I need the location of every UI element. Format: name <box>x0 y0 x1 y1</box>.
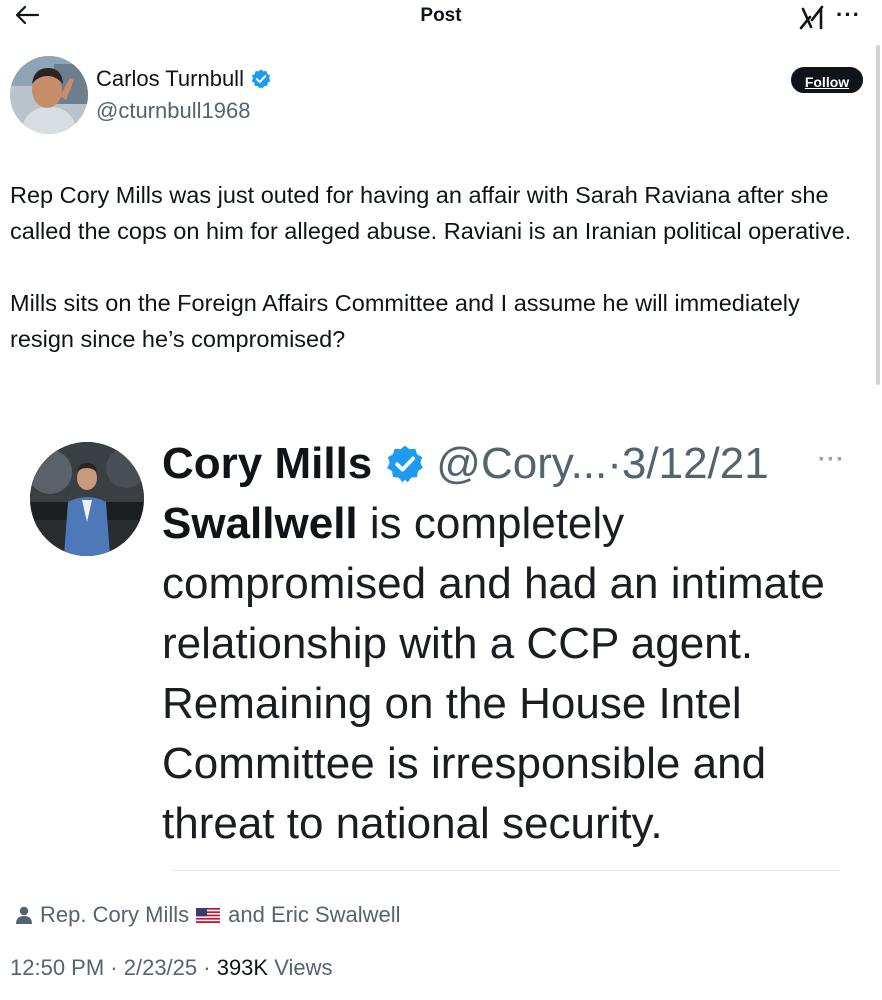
embedded-avatar <box>30 442 144 556</box>
embedded-date: 3/12/21 <box>621 439 769 488</box>
author-photo <box>10 56 88 134</box>
author-name[interactable]: Carlos Turnbull <box>96 66 244 92</box>
grok-button[interactable] <box>798 3 826 31</box>
grok-icon <box>799 5 824 30</box>
post-paragraph-2: Mills sits on the Foreign Affairs Commit… <box>10 290 800 352</box>
embedded-text-bold: Swallwell <box>162 499 358 548</box>
follow-button[interactable]: Follow <box>791 67 863 93</box>
embedded-photo <box>30 442 144 556</box>
embedded-more-icon: ··· <box>818 446 845 473</box>
embedded-verified-badge-icon <box>387 445 424 483</box>
scrollbar[interactable] <box>876 45 880 385</box>
embedded-author-name: Cory Mills <box>162 439 373 488</box>
post-paragraph-1: Rep Cory Mills was just outed for having… <box>10 182 852 244</box>
embedded-author-handle: @Cory... <box>436 439 608 488</box>
meta-separator: · <box>104 955 124 980</box>
post-date[interactable]: 2/23/25 <box>124 955 197 980</box>
us-flag-icon <box>196 907 221 923</box>
person-2-link[interactable]: and Eric Swalwell <box>228 902 400 928</box>
top-bar: Post ··· <box>0 0 882 34</box>
embedded-separator: · <box>607 439 622 488</box>
post-text: Rep Cory Mills was just outed for having… <box>10 177 870 393</box>
page-title: Post <box>420 5 462 26</box>
embedded-text-rest: is completely compromised and had an int… <box>162 499 825 848</box>
author-name-row: Carlos Turnbull <box>96 66 272 92</box>
post-time[interactable]: 12:50 PM <box>10 955 104 980</box>
more-options-button[interactable]: ··· <box>836 2 861 28</box>
meta-separator-2: · <box>197 955 217 980</box>
author-avatar[interactable] <box>10 56 88 134</box>
embedded-header: Cory Mills @Cory... · 3/12/21 <box>162 436 769 492</box>
embedded-text: Swallwell is completely compromised and … <box>162 494 862 854</box>
post-meta: 12:50 PM · 2/23/25 · 393K Views <box>10 955 333 981</box>
verified-badge-icon <box>251 69 271 89</box>
views-count[interactable]: 393K <box>217 955 268 980</box>
author-handle[interactable]: @cturnbull1968 <box>96 98 250 124</box>
divider <box>172 870 840 871</box>
views-label: Views <box>268 955 333 980</box>
person-1-link[interactable]: Rep. Cory Mills <box>40 902 189 928</box>
person-icon <box>16 906 32 924</box>
people-in-post[interactable]: Rep. Cory Mills and Eric Swalwell <box>14 902 401 928</box>
